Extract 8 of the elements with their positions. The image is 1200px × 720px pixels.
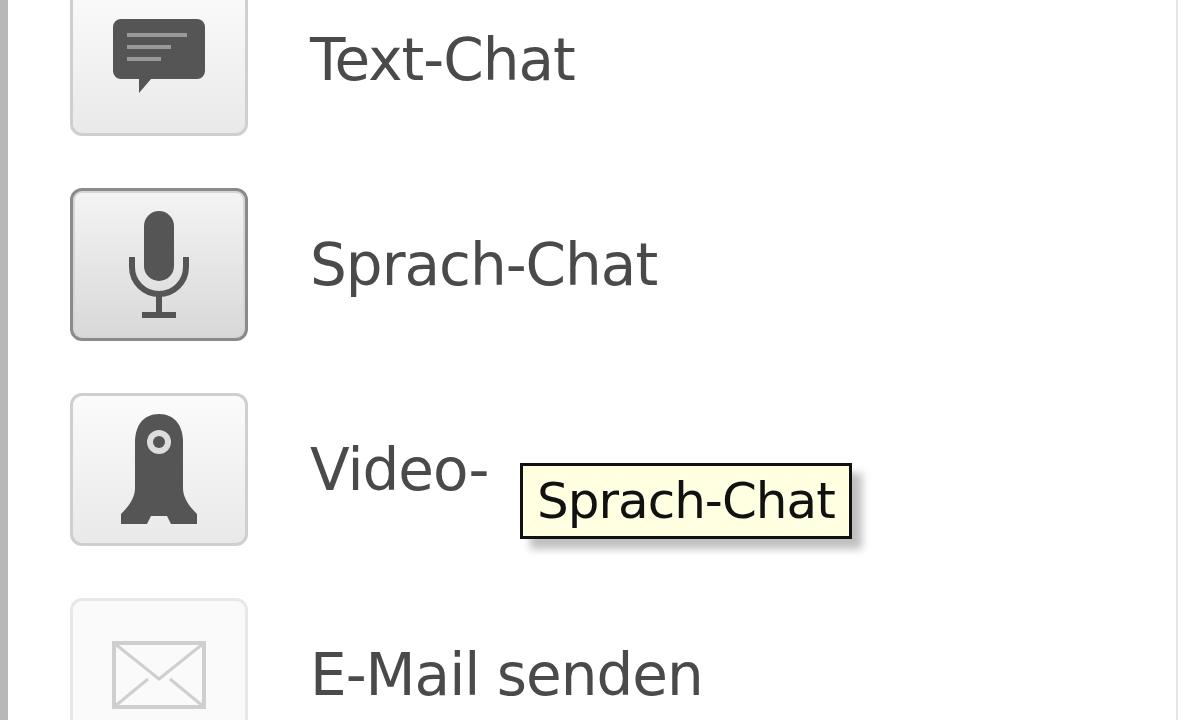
menu-item-tile[interactable] (70, 188, 248, 341)
menu-item-tile[interactable] (70, 393, 248, 546)
menu-item-label[interactable]: Text-Chat (310, 25, 575, 94)
menu-item-tile[interactable] (70, 0, 248, 136)
envelope-icon (111, 639, 207, 710)
menu-item-label[interactable]: Sprach-Chat (310, 230, 658, 299)
menu-item-label[interactable]: Video- (310, 435, 489, 504)
tooltip: Sprach-Chat (520, 463, 852, 539)
